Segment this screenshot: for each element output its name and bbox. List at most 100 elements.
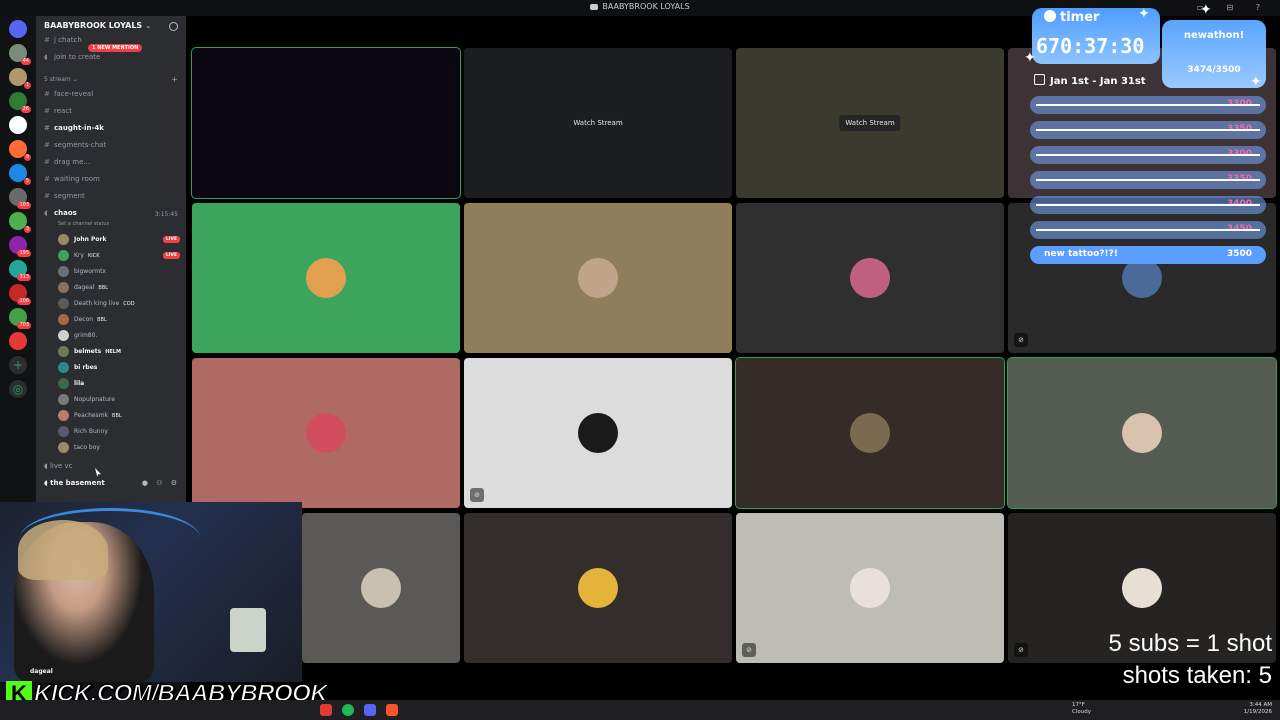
goal-row: 3450	[1030, 221, 1266, 239]
sparkle-icon: ✦	[1138, 6, 1150, 22]
channel-item[interactable]: # react	[44, 107, 72, 115]
voice-member[interactable]: Peachesmk BBL	[58, 410, 180, 422]
member-name-text: lila	[74, 380, 85, 387]
server-icon[interactable]: 703	[9, 308, 31, 329]
voice-member[interactable]: belmets HELM	[58, 346, 180, 358]
voice-member[interactable]: Kry KICK LIVE	[58, 250, 180, 262]
server-icon[interactable]: 44	[9, 44, 31, 65]
discover-icon[interactable]: ◎	[9, 380, 27, 398]
channel-label: face-reveal	[54, 90, 94, 98]
live-badge: LIVE	[162, 236, 180, 243]
voice-channel-chaos[interactable]: ◖ chaos	[44, 209, 77, 217]
server-icon[interactable]: 3	[9, 212, 31, 233]
participant-tile[interactable]	[1007, 357, 1277, 509]
member-name: taco boy	[74, 444, 100, 451]
watch-stream-button[interactable]: Watch Stream	[567, 115, 629, 131]
mug	[230, 608, 266, 652]
participant-tile[interactable]	[302, 513, 460, 663]
channel-item[interactable]: ◖ join to create	[44, 53, 100, 61]
channel-item[interactable]: # drag me...	[44, 158, 90, 166]
clock-icon	[1044, 10, 1056, 22]
participant-tile[interactable]	[192, 203, 460, 353]
server-icon[interactable]: 1	[9, 68, 31, 89]
avatar	[58, 266, 69, 277]
discord-app: BAABYBROOK LOYALS ▭ ⊟ ? 44 1 26 9 5 103 …	[0, 0, 1280, 720]
server-icon[interactable]: 5	[9, 164, 31, 185]
server-icon[interactable]: 313	[9, 260, 31, 281]
server-name[interactable]: BAABYBROOK LOYALS ⌄	[44, 21, 151, 30]
member-name-text: dageal	[74, 284, 95, 291]
voice-member[interactable]: grim80.	[58, 330, 180, 342]
timer-label: timer	[1044, 10, 1099, 25]
participant-tile[interactable]	[464, 203, 732, 353]
participant-tile[interactable]	[464, 513, 732, 663]
participant-tile[interactable]	[192, 358, 460, 508]
weather-widget[interactable]: 17°F Cloudy	[1072, 702, 1091, 716]
voice-member[interactable]: lila	[58, 378, 180, 390]
participant-tile[interactable]: ⊘	[736, 513, 1004, 663]
voice-member[interactable]: taco boy	[58, 442, 180, 454]
channel-label: j chatch	[54, 36, 82, 44]
server-icon[interactable]	[9, 116, 27, 134]
member-tag: COD	[123, 301, 135, 307]
server-icon[interactable]: 195	[9, 236, 31, 257]
member-tag: KICK	[87, 253, 100, 259]
voice-channel-live-vc[interactable]: ◖ live vc	[44, 462, 73, 470]
server-icon[interactable]: 26	[9, 92, 31, 113]
voice-member[interactable]: Rich Bunny	[58, 426, 180, 438]
channel-action-icons[interactable]: ● ⚇ ⚙	[142, 479, 180, 487]
text-channel-icon: #	[44, 124, 50, 132]
server-icon[interactable]	[9, 332, 27, 350]
taskbar-app-icon[interactable]	[320, 704, 332, 716]
home-icon[interactable]	[9, 20, 27, 38]
voice-member[interactable]: John Pork LIVE	[58, 234, 180, 246]
voice-channel-basement[interactable]: ◖ the basement	[44, 479, 105, 487]
text-channel-icon: #	[44, 90, 50, 98]
channel-item[interactable]: # face-reveal	[44, 90, 93, 98]
voice-member[interactable]: Decon BBL	[58, 314, 180, 326]
voice-member[interactable]: Death king live COD	[58, 298, 180, 310]
create-channel-icon[interactable]: +	[171, 75, 178, 84]
avatar	[58, 426, 69, 437]
server-badge: 195	[17, 250, 31, 257]
category-header[interactable]: 5 stream ⌄	[44, 76, 78, 83]
server-badge: 103	[17, 202, 31, 209]
stream-tile[interactable]	[191, 47, 461, 199]
category-label: 5 stream	[44, 76, 71, 83]
clock[interactable]: 3:44 AM 1/19/2026	[1244, 702, 1272, 716]
participant-tile[interactable]	[736, 203, 1004, 353]
channel-label: react	[54, 107, 72, 115]
channel-label: segment	[54, 192, 85, 200]
channel-item[interactable]: # j chatch	[44, 36, 82, 44]
voice-member[interactable]: bigwormtx	[58, 266, 180, 278]
sparkle-icon: ✦	[1250, 74, 1262, 90]
server-icon[interactable]: 103	[9, 188, 31, 209]
channel-item[interactable]: # segments-chat	[44, 141, 106, 149]
stream-tile[interactable]: Watch Stream	[464, 48, 732, 198]
spotify-icon[interactable]	[342, 704, 354, 716]
add-server-icon[interactable]: +	[9, 356, 27, 374]
avatar	[578, 413, 618, 453]
member-name-text: grim80.	[74, 332, 98, 339]
participant-tile[interactable]	[735, 357, 1005, 509]
invite-icon[interactable]	[169, 22, 178, 31]
channel-status[interactable]: Set a channel status	[58, 221, 109, 227]
discord-icon[interactable]	[364, 704, 376, 716]
channel-item[interactable]: # waiting room	[44, 175, 100, 183]
voice-member[interactable]: dageal BBL	[58, 282, 180, 294]
member-name-text: Kry	[74, 252, 84, 259]
participant-tile[interactable]: ⊘	[464, 358, 732, 508]
voice-member[interactable]: Nopulpnature	[58, 394, 180, 406]
channel-item[interactable]: # caught-in-4k	[44, 124, 104, 132]
channel-item[interactable]: # segment	[44, 192, 85, 200]
streamer-hair	[18, 520, 108, 580]
window-title-text: BAABYBROOK LOYALS	[602, 2, 690, 11]
brave-icon[interactable]	[386, 704, 398, 716]
new-mention-badge[interactable]: 1 NEW MENTION	[88, 44, 143, 52]
stream-tile[interactable]: Watch Stream	[736, 48, 1004, 198]
watch-stream-button[interactable]: Watch Stream	[839, 115, 901, 131]
server-icon[interactable]: 9	[9, 140, 31, 161]
voice-member[interactable]: bi rbes	[58, 362, 180, 374]
server-icon[interactable]: 206	[9, 284, 31, 305]
avatar	[58, 346, 69, 357]
